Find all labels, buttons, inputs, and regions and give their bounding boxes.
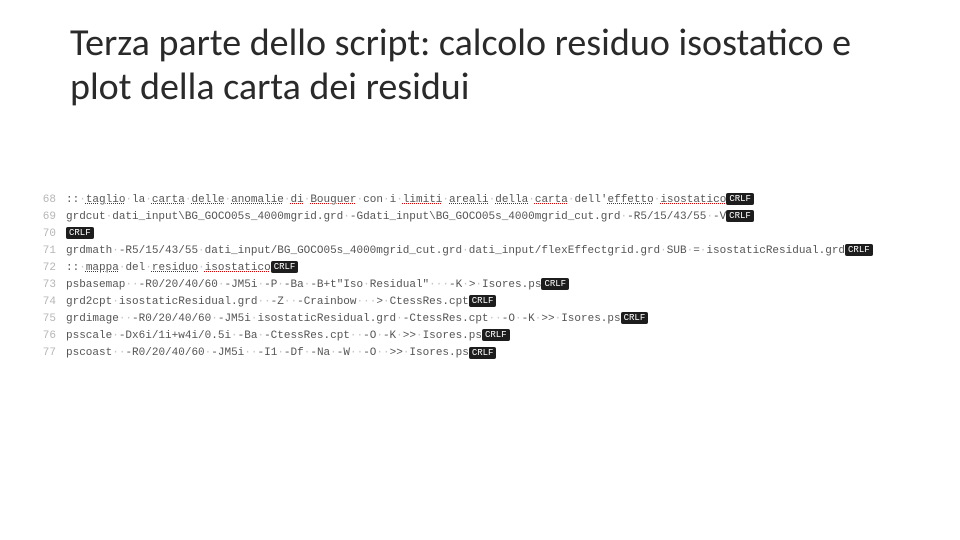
line-number: 72: [34, 260, 66, 277]
line-number: 77: [34, 345, 66, 362]
code-line: 74grd2cpt·isostaticResidual.grd··-Z··-Cr…: [34, 294, 936, 311]
line-number: 70: [34, 226, 66, 243]
code-line: 68::·taglio·la·carta·delle·anomalie·di·B…: [34, 192, 936, 209]
code-line: 75grdimage··-R0/20/40/60·-JM5i·isostatic…: [34, 311, 936, 328]
line-number: 73: [34, 277, 66, 294]
code-line: 72::·mappa·del·residuo·isostaticoCRLF: [34, 260, 936, 277]
code-line: 71grdmath·-R5/15/43/55·dati_input/BG_GOC…: [34, 243, 936, 260]
line-content: psscale·-Dx6i/1i+w4i/0.5i·-Ba·-CtessRes.…: [66, 328, 510, 345]
line-content: CRLF: [66, 226, 94, 243]
slide: Terza parte dello script: calcolo residu…: [0, 0, 960, 540]
line-content: psbasemap··-R0/20/40/60·-JM5i·-P·-Ba·-B+…: [66, 277, 569, 294]
line-number: 71: [34, 243, 66, 260]
line-content: ::·taglio·la·carta·delle·anomalie·di·Bou…: [66, 192, 754, 209]
code-line: 77pscoast··-R0/20/40/60·-JM5i··-I1·-Df·-…: [34, 345, 936, 362]
line-number: 68: [34, 192, 66, 209]
slide-title: Terza parte dello script: calcolo residu…: [70, 22, 900, 109]
line-content: grd2cpt·isostaticResidual.grd··-Z··-Crai…: [66, 294, 496, 311]
line-number: 76: [34, 328, 66, 345]
line-number: 74: [34, 294, 66, 311]
code-line: 76psscale·-Dx6i/1i+w4i/0.5i·-Ba·-CtessRe…: [34, 328, 936, 345]
line-content: grdcut·dati_input\BG_GOCO05s_4000mgrid.g…: [66, 209, 754, 226]
line-number: 75: [34, 311, 66, 328]
line-content: grdimage··-R0/20/40/60·-JM5i·isostaticRe…: [66, 311, 648, 328]
line-content: pscoast··-R0/20/40/60·-JM5i··-I1·-Df·-Na…: [66, 345, 496, 362]
line-number: 69: [34, 209, 66, 226]
line-content: grdmath·-R5/15/43/55·dati_input/BG_GOCO0…: [66, 243, 873, 260]
code-line: 70CRLF: [34, 226, 936, 243]
line-content: ::·mappa·del·residuo·isostaticoCRLF: [66, 260, 298, 277]
code-line: 69grdcut·dati_input\BG_GOCO05s_4000mgrid…: [34, 209, 936, 226]
code-block: 68::·taglio·la·carta·delle·anomalie·di·B…: [34, 192, 936, 362]
code-line: 73psbasemap··-R0/20/40/60·-JM5i·-P·-Ba·-…: [34, 277, 936, 294]
